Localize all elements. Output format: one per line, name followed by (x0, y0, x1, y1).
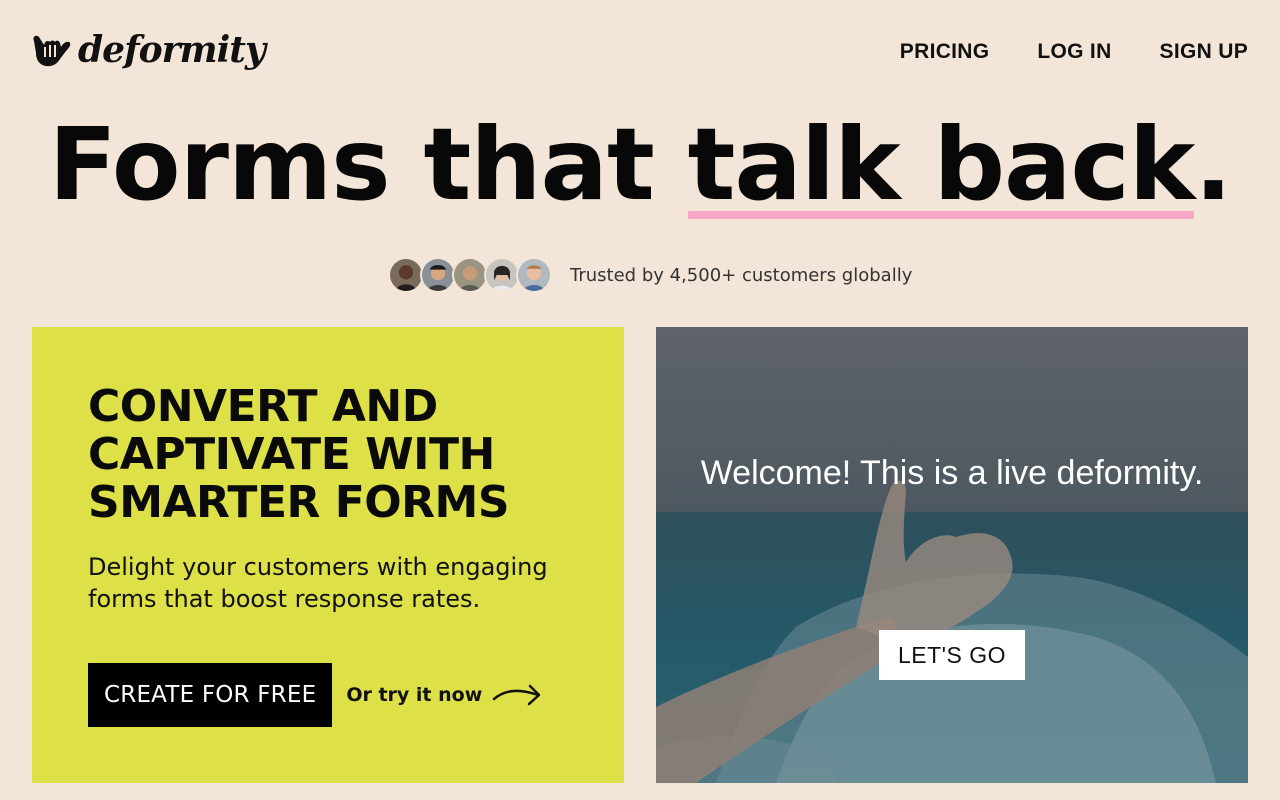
live-demo-card: Welcome! This is a live deformity. LET'S… (656, 327, 1248, 783)
nav-pricing[interactable]: PRICING (900, 40, 990, 64)
promo-heading: CONVERT AND CAPTIVATE WITH SMARTER FORMS (88, 381, 510, 528)
main-nav: PRICING LOG IN SIGN UP (900, 40, 1248, 64)
promo-card: CONVERT AND CAPTIVATE WITH SMARTER FORMS… (32, 327, 624, 783)
trust-row: Trusted by 4,500+ customers globally (388, 256, 912, 294)
site-header: deformity PRICING LOG IN SIGN UP (0, 0, 1280, 100)
avatar (388, 257, 424, 293)
customer-avatars (388, 257, 552, 293)
avatar (516, 257, 552, 293)
promo-description: Delight your customers with engaging for… (88, 553, 548, 613)
brand-name: deformity (78, 29, 266, 71)
arrow-right-icon (493, 684, 541, 706)
create-for-free-button[interactable]: CREATE FOR FREE (88, 663, 333, 727)
avatar (484, 257, 520, 293)
avatar (420, 257, 456, 293)
avatar (452, 257, 488, 293)
trust-text: Trusted by 4,500+ customers globally (570, 264, 913, 286)
cta-row: CREATE FOR FREE Or try it now (88, 663, 542, 727)
hero-title-highlight-text: talk back (687, 106, 1196, 223)
hero-title: Forms that talk back. (0, 112, 1280, 219)
try-it-now-link[interactable]: Or try it now (346, 683, 542, 707)
shaka-hand-icon (33, 35, 71, 67)
lets-go-button[interactable]: LET'S GO (879, 630, 1025, 680)
brand-logo[interactable]: deformity (30, 28, 266, 72)
highlight-underline (687, 211, 1195, 219)
hero-title-post: . (1194, 106, 1232, 223)
try-it-now-label: Or try it now (346, 684, 483, 706)
hero-title-pre: Forms that (48, 106, 688, 223)
welcome-message: Welcome! This is a live deformity. (700, 454, 1204, 492)
hero-title-highlight: talk back (687, 112, 1195, 219)
nav-sign-up[interactable]: SIGN UP (1160, 40, 1248, 64)
nav-log-in[interactable]: LOG IN (1037, 40, 1111, 64)
ocean-hand-photo (656, 327, 1248, 783)
